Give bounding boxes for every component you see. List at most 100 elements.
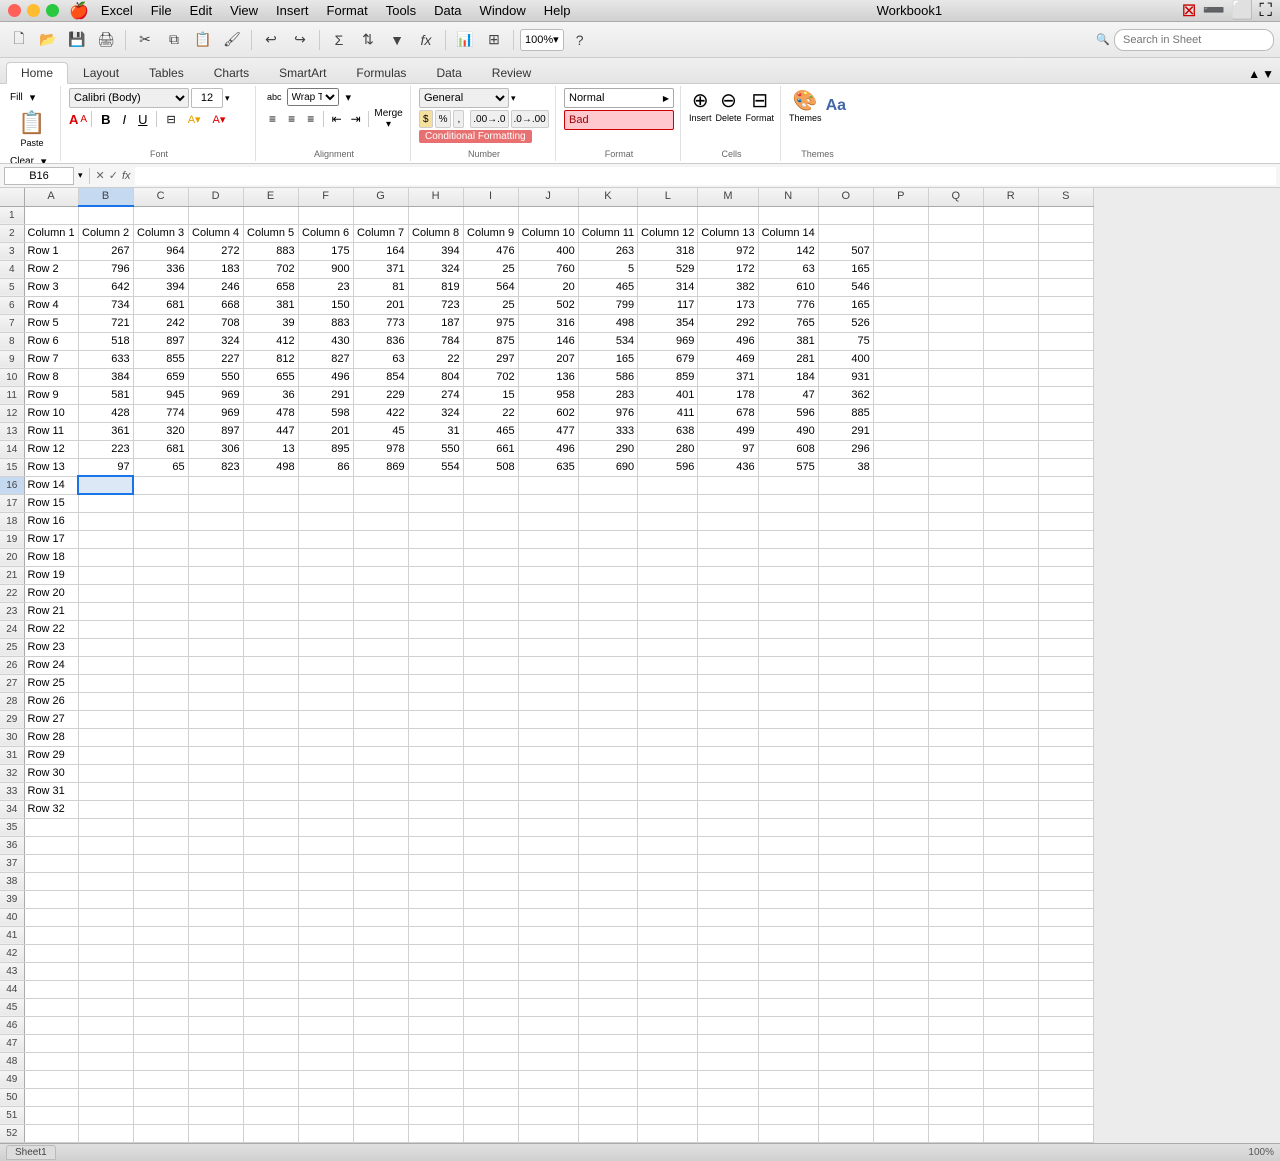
cell-23-A[interactable]: Row 21 bbox=[24, 602, 78, 620]
cell-41-O[interactable] bbox=[818, 926, 873, 944]
cell-36-P[interactable] bbox=[873, 836, 928, 854]
cell-27-B[interactable] bbox=[78, 674, 133, 692]
cell-51-J[interactable] bbox=[518, 1106, 578, 1124]
cell-49-G[interactable] bbox=[353, 1070, 408, 1088]
cell-39-R[interactable] bbox=[983, 890, 1038, 908]
cell-1-F[interactable] bbox=[298, 206, 353, 224]
cell-46-O[interactable] bbox=[818, 1016, 873, 1034]
cell-16-B[interactable] bbox=[78, 476, 133, 494]
cell-26-D[interactable] bbox=[188, 656, 243, 674]
minimize-button[interactable] bbox=[27, 4, 40, 17]
cell-15-G[interactable]: 869 bbox=[353, 458, 408, 476]
cell-45-R[interactable] bbox=[983, 998, 1038, 1016]
cell-29-I[interactable] bbox=[463, 710, 518, 728]
cell-36-H[interactable] bbox=[408, 836, 463, 854]
cell-34-A[interactable]: Row 32 bbox=[24, 800, 78, 818]
cell-25-K[interactable] bbox=[578, 638, 637, 656]
merge-button[interactable]: Merge ▾ bbox=[373, 108, 404, 130]
cell-4-A[interactable]: Row 2 bbox=[24, 260, 78, 278]
align-left-button[interactable]: ≡ bbox=[264, 110, 281, 128]
cell-48-F[interactable] bbox=[298, 1052, 353, 1070]
cell-27-K[interactable] bbox=[578, 674, 637, 692]
cell-21-J[interactable] bbox=[518, 566, 578, 584]
cell-15-F[interactable]: 86 bbox=[298, 458, 353, 476]
cell-20-A[interactable]: Row 18 bbox=[24, 548, 78, 566]
cell-31-I[interactable] bbox=[463, 746, 518, 764]
cell-22-K[interactable] bbox=[578, 584, 637, 602]
cell-41-P[interactable] bbox=[873, 926, 928, 944]
cell-28-D[interactable] bbox=[188, 692, 243, 710]
cell-50-I[interactable] bbox=[463, 1088, 518, 1106]
cell-8-F[interactable]: 430 bbox=[298, 332, 353, 350]
cell-6-E[interactable]: 381 bbox=[243, 296, 298, 314]
cell-49-I[interactable] bbox=[463, 1070, 518, 1088]
cell-51-C[interactable] bbox=[133, 1106, 188, 1124]
cell-39-O[interactable] bbox=[818, 890, 873, 908]
cell-18-H[interactable] bbox=[408, 512, 463, 530]
open-button[interactable]: 📂 bbox=[35, 27, 61, 53]
cell-8-P[interactable] bbox=[873, 332, 928, 350]
menu-insert[interactable]: Insert bbox=[268, 2, 317, 19]
cell-32-C[interactable] bbox=[133, 764, 188, 782]
cell-14-R[interactable] bbox=[983, 440, 1038, 458]
cell-13-C[interactable]: 320 bbox=[133, 422, 188, 440]
cell-30-H[interactable] bbox=[408, 728, 463, 746]
cell-48-A[interactable] bbox=[24, 1052, 78, 1070]
cell-1-D[interactable] bbox=[188, 206, 243, 224]
cell-1-A[interactable] bbox=[24, 206, 78, 224]
cell-50-S[interactable] bbox=[1038, 1088, 1093, 1106]
cell-19-L[interactable] bbox=[638, 530, 698, 548]
cell-7-D[interactable]: 708 bbox=[188, 314, 243, 332]
cell-style-normal[interactable]: Normal ▶ bbox=[564, 88, 674, 108]
cell-35-Q[interactable] bbox=[928, 818, 983, 836]
cell-19-Q[interactable] bbox=[928, 530, 983, 548]
cell-25-C[interactable] bbox=[133, 638, 188, 656]
cell-37-H[interactable] bbox=[408, 854, 463, 872]
cell-9-P[interactable] bbox=[873, 350, 928, 368]
cell-45-D[interactable] bbox=[188, 998, 243, 1016]
cell-17-E[interactable] bbox=[243, 494, 298, 512]
cell-17-G[interactable] bbox=[353, 494, 408, 512]
cell-15-C[interactable]: 65 bbox=[133, 458, 188, 476]
cell-27-M[interactable] bbox=[698, 674, 758, 692]
cell-47-I[interactable] bbox=[463, 1034, 518, 1052]
cell-17-B[interactable] bbox=[78, 494, 133, 512]
new-button[interactable]: 🗋 bbox=[6, 27, 32, 53]
cell-36-R[interactable] bbox=[983, 836, 1038, 854]
cell-1-Q[interactable] bbox=[928, 206, 983, 224]
cell-39-J[interactable] bbox=[518, 890, 578, 908]
cell-17-I[interactable] bbox=[463, 494, 518, 512]
cell-25-M[interactable] bbox=[698, 638, 758, 656]
cell-44-S[interactable] bbox=[1038, 980, 1093, 998]
cell-43-M[interactable] bbox=[698, 962, 758, 980]
cell-18-F[interactable] bbox=[298, 512, 353, 530]
cell-44-K[interactable] bbox=[578, 980, 637, 998]
cell-8-A[interactable]: Row 6 bbox=[24, 332, 78, 350]
cell-22-Q[interactable] bbox=[928, 584, 983, 602]
cell-13-J[interactable]: 477 bbox=[518, 422, 578, 440]
menu-help[interactable]: Help bbox=[536, 2, 579, 19]
cell-43-P[interactable] bbox=[873, 962, 928, 980]
cell-50-E[interactable] bbox=[243, 1088, 298, 1106]
cell-52-M[interactable] bbox=[698, 1124, 758, 1142]
cell-5-S[interactable] bbox=[1038, 278, 1093, 296]
cell-45-P[interactable] bbox=[873, 998, 928, 1016]
cell-40-P[interactable] bbox=[873, 908, 928, 926]
cell-9-C[interactable]: 855 bbox=[133, 350, 188, 368]
cell-31-F[interactable] bbox=[298, 746, 353, 764]
cell-37-D[interactable] bbox=[188, 854, 243, 872]
cell-27-Q[interactable] bbox=[928, 674, 983, 692]
cell-44-R[interactable] bbox=[983, 980, 1038, 998]
close-button[interactable] bbox=[8, 4, 21, 17]
cell-26-E[interactable] bbox=[243, 656, 298, 674]
cell-22-B[interactable] bbox=[78, 584, 133, 602]
cell-11-D[interactable]: 969 bbox=[188, 386, 243, 404]
cell-48-O[interactable] bbox=[818, 1052, 873, 1070]
cell-39-C[interactable] bbox=[133, 890, 188, 908]
cell-44-I[interactable] bbox=[463, 980, 518, 998]
cell-44-H[interactable] bbox=[408, 980, 463, 998]
cell-23-C[interactable] bbox=[133, 602, 188, 620]
cell-49-K[interactable] bbox=[578, 1070, 637, 1088]
cell-7-J[interactable]: 316 bbox=[518, 314, 578, 332]
cell-50-G[interactable] bbox=[353, 1088, 408, 1106]
